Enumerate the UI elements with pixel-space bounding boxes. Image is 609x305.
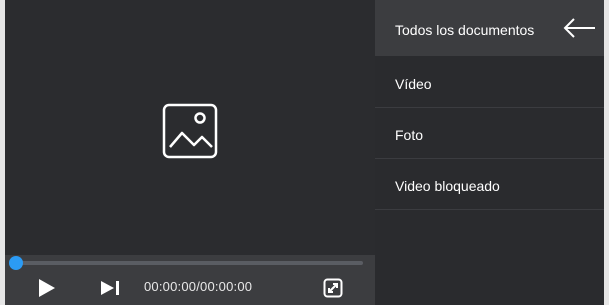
menu-header: Todos los documentos bbox=[375, 0, 604, 56]
menu-item-label: Video bloqueado bbox=[395, 178, 500, 194]
menu-item-video[interactable]: Vídeo bbox=[375, 57, 604, 108]
menu-item-label: Vídeo bbox=[395, 76, 432, 92]
skip-next-icon bbox=[101, 281, 119, 295]
media-preview-area bbox=[5, 0, 375, 255]
menu-item-photo[interactable]: Foto bbox=[375, 108, 604, 159]
progress-bar[interactable] bbox=[15, 261, 363, 265]
next-button[interactable] bbox=[99, 277, 123, 299]
time-display: 00:00:00/00:00:00 bbox=[144, 279, 253, 294]
play-icon bbox=[39, 279, 55, 297]
menu-header-label: Todos los documentos bbox=[395, 22, 535, 38]
media-player: 00:00:00/00:00:00 bbox=[5, 0, 375, 305]
file-filter-menu: Todos los documentos Vídeo Foto Video bl… bbox=[375, 0, 604, 305]
image-placeholder-icon bbox=[162, 103, 218, 158]
fullscreen-button[interactable] bbox=[321, 277, 345, 299]
fullscreen-icon bbox=[323, 278, 343, 298]
menu-item-label: Foto bbox=[395, 127, 424, 143]
player-controls-bar: 00:00:00/00:00:00 bbox=[5, 255, 375, 305]
play-button[interactable] bbox=[35, 277, 59, 299]
menu-item-locked-video[interactable]: Video bloqueado bbox=[375, 159, 604, 210]
progress-handle[interactable] bbox=[9, 256, 23, 270]
back-arrow-icon[interactable] bbox=[563, 18, 597, 38]
